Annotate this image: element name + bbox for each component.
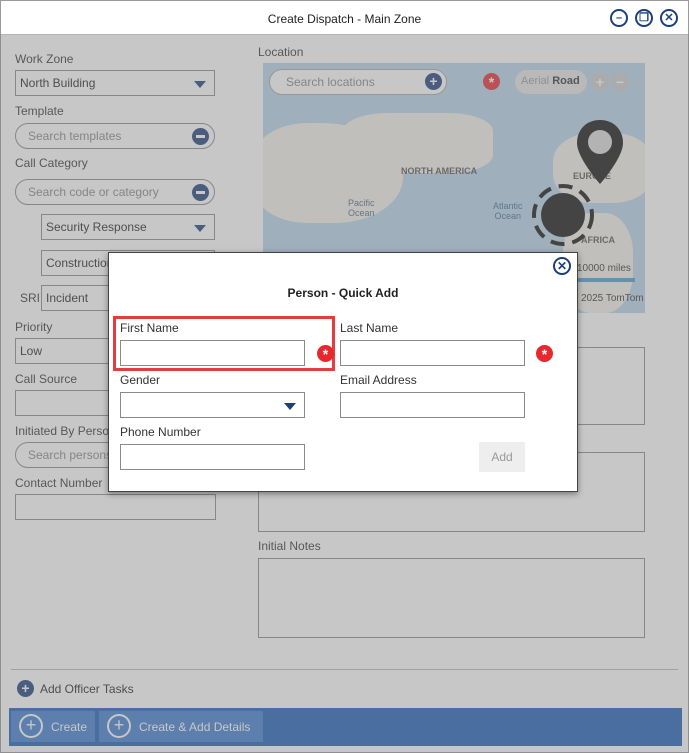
phone-label: Phone Number — [120, 425, 201, 439]
dialog-title: Person - Quick Add — [287, 286, 399, 300]
first-name-field[interactable] — [120, 340, 305, 366]
email-label: Email Address — [340, 373, 417, 387]
chevron-down-icon — [284, 403, 296, 410]
minimize-icon[interactable]: – — [610, 9, 628, 27]
required-icon: * — [317, 345, 334, 362]
title-bar: Create Dispatch - Main Zone – ❐ ✕ — [1, 1, 688, 35]
gender-label: Gender — [120, 373, 161, 387]
person-quick-add-dialog: ✕ Person - Quick Add First Name * Last N… — [108, 252, 578, 492]
last-name-label: Last Name — [340, 321, 399, 335]
first-name-label: First Name — [120, 321, 179, 335]
add-button[interactable]: Add — [479, 442, 525, 472]
close-icon[interactable]: ✕ — [553, 257, 571, 275]
required-icon: * — [536, 345, 553, 362]
gender-select[interactable] — [120, 392, 305, 418]
phone-field[interactable] — [120, 444, 305, 470]
email-field[interactable] — [340, 392, 525, 418]
last-name-field[interactable] — [340, 340, 525, 366]
window-title: Create Dispatch - Main Zone — [267, 12, 422, 26]
restore-icon[interactable]: ❐ — [635, 9, 653, 27]
close-window-icon[interactable]: ✕ — [660, 9, 678, 27]
